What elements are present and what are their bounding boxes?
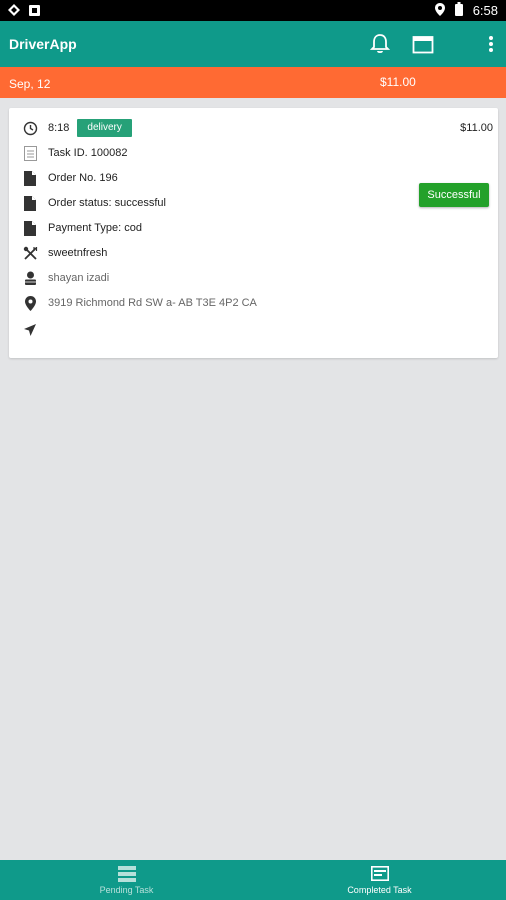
bell-icon[interactable] (367, 31, 393, 57)
location-pin-icon (22, 295, 38, 311)
tab-pending-task[interactable]: Pending Task (0, 860, 253, 900)
task-type-badge: delivery (77, 119, 132, 137)
task-card[interactable]: 8:18 delivery $11.00 Task ID. 100082 Ord… (9, 108, 498, 358)
app-title: DriverApp (9, 36, 77, 52)
task-list-icon (22, 145, 38, 161)
tab-completed-label: Completed Task (347, 884, 412, 895)
address-row: 3919 Richmond Rd SW a- AB T3E 4P2 CA (22, 294, 257, 312)
order-no-row: Order No. 196 (22, 169, 118, 187)
task-id: Task ID. 100082 (48, 147, 128, 159)
day-total: $11.00 (380, 75, 416, 89)
status-bar: 6:58 (0, 0, 506, 21)
list-icon (117, 865, 136, 882)
task-time-row: 8:18 delivery (22, 119, 132, 137)
date-label: Sep, 12 (9, 77, 51, 91)
location-icon (434, 2, 445, 19)
task-price: $11.00 (460, 122, 493, 134)
clock-time: 6:58 (472, 3, 498, 18)
tab-pending-label: Pending Task (99, 884, 154, 895)
order-number: Order No. 196 (48, 172, 118, 184)
task-id-row: Task ID. 100082 (22, 144, 128, 162)
payment-type: Payment Type: cod (48, 222, 142, 234)
order-status: Order status: successful (48, 197, 166, 209)
calendar-icon[interactable] (410, 31, 436, 57)
navigate-row[interactable] (22, 321, 48, 339)
document-icon (22, 195, 38, 211)
person-icon (22, 270, 38, 286)
restaurant-name: sweetnfresh (48, 247, 108, 259)
document-icon (22, 220, 38, 236)
payment-type-row: Payment Type: cod (22, 219, 142, 237)
more-vert-icon[interactable] (478, 31, 504, 57)
customer-row: shayan izadi (22, 269, 109, 287)
bottom-nav: Pending Task Completed Task (0, 860, 506, 900)
battery-icon (454, 2, 463, 19)
address: 3919 Richmond Rd SW a- AB T3E 4P2 CA (48, 297, 257, 309)
order-status-row: Order status: successful (22, 194, 166, 212)
customer-name: shayan izadi (48, 272, 110, 284)
clock-icon (22, 120, 38, 136)
signal-diamond-icon (8, 3, 20, 21)
navigation-arrow-icon[interactable] (22, 322, 38, 338)
restaurant-row: sweetnfresh (22, 244, 107, 262)
document-icon (22, 170, 38, 186)
app-bar: DriverApp (0, 21, 506, 67)
utensils-icon (22, 245, 38, 261)
date-header: Sep, 12 $11.00 (0, 67, 506, 98)
notification-square-icon (29, 3, 40, 21)
tab-completed-task[interactable]: Completed Task (253, 860, 506, 900)
card-icon (370, 866, 389, 882)
task-time: 8:18 (48, 122, 70, 134)
status-button[interactable]: Successful (419, 183, 489, 207)
